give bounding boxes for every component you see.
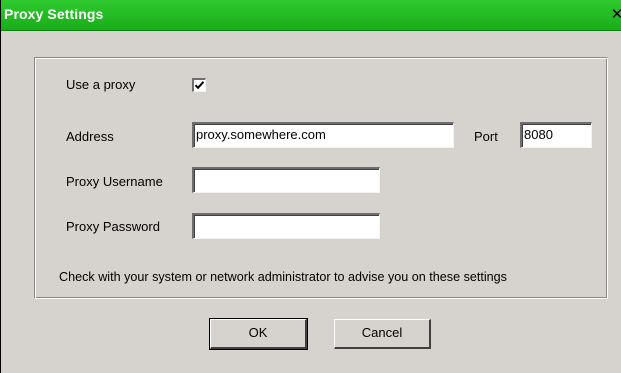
port-input[interactable]: 8080 xyxy=(520,122,592,148)
use-proxy-label: Use a proxy xyxy=(66,77,136,92)
port-label: Port xyxy=(474,129,498,144)
password-input[interactable] xyxy=(192,213,380,239)
title-bar[interactable]: Proxy Settings ✕ xyxy=(1,0,621,31)
proxy-settings-dialog: Proxy Settings ✕ Use a proxy Address pro… xyxy=(0,0,621,373)
address-label: Address xyxy=(66,129,114,144)
ok-button[interactable]: OK xyxy=(209,318,308,350)
use-proxy-checkbox[interactable] xyxy=(192,78,206,92)
password-label: Proxy Password xyxy=(66,219,160,234)
address-input[interactable]: proxy.somewhere.com xyxy=(192,122,454,148)
close-icon[interactable]: ✕ xyxy=(610,4,621,24)
checkmark-icon xyxy=(194,81,205,90)
username-label: Proxy Username xyxy=(66,174,163,189)
username-input[interactable] xyxy=(192,167,380,193)
admin-hint-text: Check with your system or network admini… xyxy=(59,270,507,284)
cancel-button[interactable]: Cancel xyxy=(334,319,431,349)
window-title: Proxy Settings xyxy=(4,6,104,22)
